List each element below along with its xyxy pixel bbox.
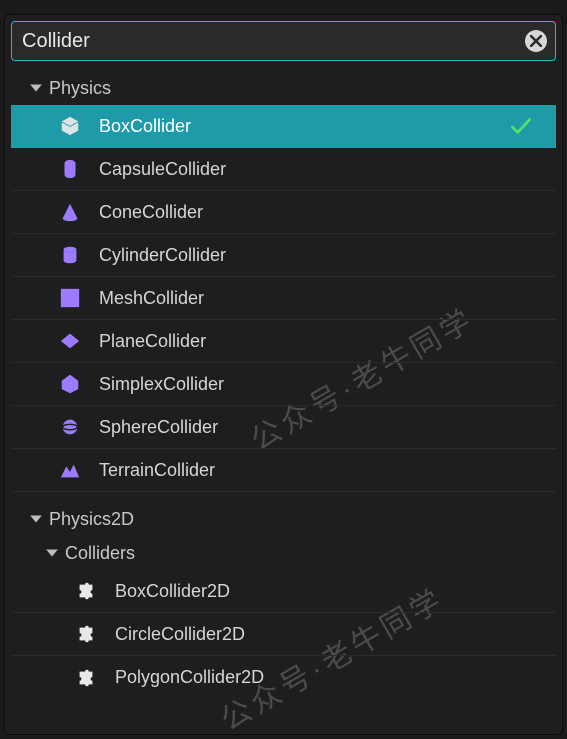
- component-label: CapsuleCollider: [99, 159, 226, 180]
- group-items-physics: BoxCollider CapsuleCollider ConeCollider: [11, 105, 556, 492]
- component-label: SphereCollider: [99, 417, 218, 438]
- component-label: TerrainCollider: [99, 460, 215, 481]
- sphere-icon: [59, 416, 81, 438]
- component-label: CylinderCollider: [99, 245, 226, 266]
- cone-icon: [59, 201, 81, 223]
- component-item-polygoncollider2d[interactable]: PolygonCollider2D: [11, 656, 556, 699]
- subgroup-items-colliders: BoxCollider2D CircleCollider2D PolygonCo…: [11, 570, 556, 699]
- component-item-terraincollider[interactable]: TerrainCollider: [11, 449, 556, 492]
- puzzle-icon: [75, 623, 97, 645]
- close-icon: [530, 35, 542, 47]
- component-label: PlaneCollider: [99, 331, 206, 352]
- component-label: BoxCollider: [99, 116, 191, 137]
- chevron-down-icon: [29, 512, 43, 526]
- component-item-boxcollider[interactable]: BoxCollider: [11, 105, 556, 148]
- capsule-icon: [59, 158, 81, 180]
- component-label: BoxCollider2D: [115, 581, 230, 602]
- puzzle-icon: [75, 667, 97, 689]
- subgroup-header-colliders[interactable]: Colliders: [11, 536, 556, 570]
- component-label: SimplexCollider: [99, 374, 224, 395]
- component-item-circlecollider2d[interactable]: CircleCollider2D: [11, 613, 556, 656]
- component-item-spherecollider[interactable]: SphereCollider: [11, 406, 556, 449]
- component-item-conecollider[interactable]: ConeCollider: [11, 191, 556, 234]
- component-item-planecollider[interactable]: PlaneCollider: [11, 320, 556, 363]
- box-icon: [59, 115, 81, 137]
- component-label: MeshCollider: [99, 288, 204, 309]
- component-item-boxcollider2d[interactable]: BoxCollider2D: [11, 570, 556, 613]
- component-item-simplexcollider[interactable]: SimplexCollider: [11, 363, 556, 406]
- group-label: Physics: [49, 78, 111, 99]
- group-header-physics[interactable]: Physics: [11, 71, 556, 105]
- component-item-meshcollider[interactable]: MeshCollider: [11, 277, 556, 320]
- puzzle-icon: [75, 580, 97, 602]
- plane-icon: [59, 330, 81, 352]
- subgroup-label: Colliders: [65, 543, 135, 564]
- group-header-physics2d[interactable]: Physics2D: [11, 502, 556, 536]
- search-wrap: [5, 15, 562, 65]
- search-box: [11, 21, 556, 61]
- component-item-capsulecollider[interactable]: CapsuleCollider: [11, 148, 556, 191]
- component-label: CircleCollider2D: [115, 624, 245, 645]
- component-item-cylindercollider[interactable]: CylinderCollider: [11, 234, 556, 277]
- component-search-panel: 公众号·老牛同学 公众号·老牛同学 Physics BoxCollider Ca…: [4, 14, 563, 735]
- group-label: Physics2D: [49, 509, 134, 530]
- checkmark-icon: [508, 113, 534, 139]
- clear-search-button[interactable]: [525, 30, 547, 52]
- mesh-icon: [59, 287, 81, 309]
- cylinder-icon: [59, 244, 81, 266]
- chevron-down-icon: [29, 81, 43, 95]
- component-label: PolygonCollider2D: [115, 667, 264, 688]
- component-label: ConeCollider: [99, 202, 203, 223]
- terrain-icon: [59, 459, 81, 481]
- results-scroll-area[interactable]: 公众号·老牛同学 公众号·老牛同学 Physics BoxCollider Ca…: [5, 65, 562, 734]
- search-input[interactable]: [22, 30, 515, 53]
- chevron-down-icon: [45, 546, 59, 560]
- simplex-icon: [59, 373, 81, 395]
